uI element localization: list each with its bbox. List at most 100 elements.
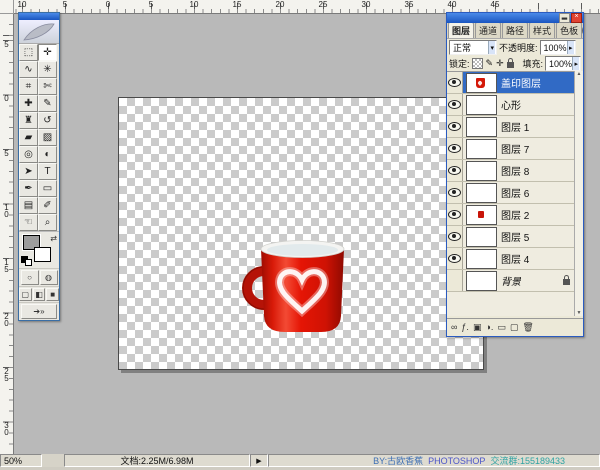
status-bar: 50% 文档:2.25M/6.98M ▶ BY:古欧香蕉 PHOTOSHOP 交… xyxy=(0,454,600,467)
fill-field[interactable]: 100% ▸ xyxy=(545,56,581,71)
tool-notes[interactable]: ▤ xyxy=(19,197,38,214)
zoom-level-field[interactable]: 50% xyxy=(0,454,42,467)
tool-rect-marquee[interactable]: ⬚ xyxy=(19,44,38,61)
tool-pen[interactable]: ✒ xyxy=(19,180,38,197)
layer-row[interactable]: 图层 4 xyxy=(447,248,576,270)
vertical-ruler[interactable]: 5051015202530 xyxy=(0,13,14,454)
screen-mode-button-2[interactable]: ◧ xyxy=(33,288,46,301)
jump-to-imageready-button[interactable]: ➔» xyxy=(21,304,57,319)
quick-mask-mode-button[interactable]: ◍ xyxy=(40,270,58,285)
toolbox-titlebar[interactable] xyxy=(19,13,59,20)
tool-eyedropper[interactable]: ✐ xyxy=(38,197,57,214)
tool-magic-wand[interactable]: ✳ xyxy=(38,61,57,78)
blend-mode-value: 正常 xyxy=(453,41,471,54)
layer-thumbnail xyxy=(466,249,497,269)
lock-pixels-icon[interactable]: ✎ xyxy=(486,59,494,68)
screen-mode-button-1[interactable]: ▢ xyxy=(19,288,32,301)
tool-history-brush[interactable]: ↺ xyxy=(38,112,57,129)
layer-thumbnail xyxy=(466,117,497,137)
link-layers-button[interactable]: ∞ xyxy=(451,321,457,333)
layer-visibility-toggle[interactable] xyxy=(447,226,463,247)
palette-titlebar[interactable]: ▂ × xyxy=(447,13,583,23)
layer-visibility-toggle[interactable] xyxy=(447,270,463,291)
tool-zoom-tool[interactable]: ⌕ xyxy=(38,214,57,231)
tool-healing-brush[interactable]: ✚ xyxy=(19,95,38,112)
default-colors-icon[interactable] xyxy=(21,256,32,266)
layer-row[interactable]: 图层 2 xyxy=(447,204,576,226)
layer-row[interactable]: 盖印图层 xyxy=(447,72,576,94)
tool-dodge[interactable]: ◐ xyxy=(38,146,57,163)
palette-minimize-button[interactable]: ▂ xyxy=(559,13,570,23)
document-canvas[interactable] xyxy=(118,97,484,370)
layer-visibility-toggle[interactable] xyxy=(447,248,463,269)
h-ruler-label: 5 xyxy=(63,0,67,9)
tool-type[interactable]: T xyxy=(38,163,57,180)
layer-row[interactable]: 图层 1 xyxy=(447,116,576,138)
layer-mask-button[interactable]: ▣ xyxy=(473,321,482,333)
tool-shape[interactable]: ▭ xyxy=(38,180,57,197)
lock-position-icon[interactable]: ✛ xyxy=(496,59,504,68)
palette-menu-button[interactable]: ▸ xyxy=(582,24,583,37)
palette-close-button[interactable]: × xyxy=(571,13,582,23)
background-color-swatch[interactable] xyxy=(34,247,51,262)
h-ruler-label: 0 xyxy=(106,0,110,9)
layer-row[interactable]: 心形 xyxy=(447,94,576,116)
layer-visibility-toggle[interactable] xyxy=(447,138,463,159)
watermark-author: BY:古欧香蕉 xyxy=(373,454,423,467)
layer-row[interactable]: 图层 8 xyxy=(447,160,576,182)
tab-色板[interactable]: 色板 xyxy=(556,23,582,38)
adjustment-layer-button[interactable]: ◑. xyxy=(485,321,493,333)
eye-icon xyxy=(448,210,461,219)
tool-slice[interactable]: ✄ xyxy=(38,78,57,95)
tool-gradient[interactable]: ▨ xyxy=(38,129,57,146)
layer-visibility-toggle[interactable] xyxy=(447,94,463,115)
status-popup-button[interactable]: ▶ xyxy=(250,454,268,467)
tool-lasso[interactable]: ∿ xyxy=(19,61,38,78)
layer-visibility-toggle[interactable] xyxy=(447,204,463,225)
tool-eraser[interactable]: ▰ xyxy=(19,129,38,146)
tab-通道[interactable]: 通道 xyxy=(475,23,501,38)
layer-row[interactable]: 背景 xyxy=(447,270,576,292)
swap-colors-icon[interactable]: ⇄ xyxy=(50,234,57,243)
tool-crop[interactable]: ⌗ xyxy=(19,78,38,95)
tab-图层[interactable]: 图层 xyxy=(448,23,474,38)
fill-label: 填充: xyxy=(522,57,543,70)
lock-label: 锁定: xyxy=(449,57,470,70)
layer-name: 背景 xyxy=(501,273,521,288)
layer-style-button[interactable]: ƒ. xyxy=(461,321,469,333)
tab-路径[interactable]: 路径 xyxy=(502,23,528,38)
tool-brush[interactable]: ✎ xyxy=(38,95,57,112)
layer-thumbnail xyxy=(466,205,497,225)
layer-visibility-toggle[interactable] xyxy=(447,116,463,137)
v-ruler-label: 5 xyxy=(0,149,11,156)
tab-样式[interactable]: 样式 xyxy=(529,23,555,38)
layer-visibility-toggle[interactable] xyxy=(447,72,463,93)
layer-visibility-toggle[interactable] xyxy=(447,160,463,181)
tool-move[interactable]: ✛ xyxy=(38,44,57,61)
v-ruler-label: 30 xyxy=(0,421,11,435)
h-ruler-label: 20 xyxy=(276,0,285,9)
blend-mode-select[interactable]: 正常 ▾ xyxy=(449,40,497,55)
tool-path-selection[interactable]: ➤ xyxy=(19,163,38,180)
lock-all-icon[interactable] xyxy=(507,62,514,68)
opacity-field[interactable]: 100% ▸ xyxy=(540,40,576,55)
layer-visibility-toggle[interactable] xyxy=(447,182,463,203)
new-layer-button[interactable]: ▢ xyxy=(510,321,519,333)
tool-clone-stamp[interactable]: ♜ xyxy=(19,112,38,129)
delete-layer-button[interactable]: 🗑 xyxy=(522,321,533,333)
standard-mode-button[interactable]: ○ xyxy=(21,270,39,285)
tool-blur[interactable]: ◎ xyxy=(19,146,38,163)
screen-mode-button-3[interactable]: ■ xyxy=(46,288,59,301)
layer-group-button[interactable]: ▭ xyxy=(497,321,506,333)
lock-row: 锁定: ✎✛ 填充: 100% ▸ xyxy=(447,56,583,71)
v-ruler-label: 5 xyxy=(0,40,11,47)
layer-row[interactable]: 图层 6 xyxy=(447,182,576,204)
layer-row[interactable]: 图层 7 xyxy=(447,138,576,160)
palette-scrollbar[interactable]: ▲▼ xyxy=(574,71,583,316)
layer-name: 图层 2 xyxy=(501,207,529,222)
lock-transparency-icon[interactable] xyxy=(472,58,483,69)
layer-row[interactable]: 图层 5 xyxy=(447,226,576,248)
tool-hand[interactable]: ☜ xyxy=(19,214,38,231)
h-ruler-label: 10 xyxy=(18,0,27,9)
mug-thumbnail-icon xyxy=(476,78,485,88)
